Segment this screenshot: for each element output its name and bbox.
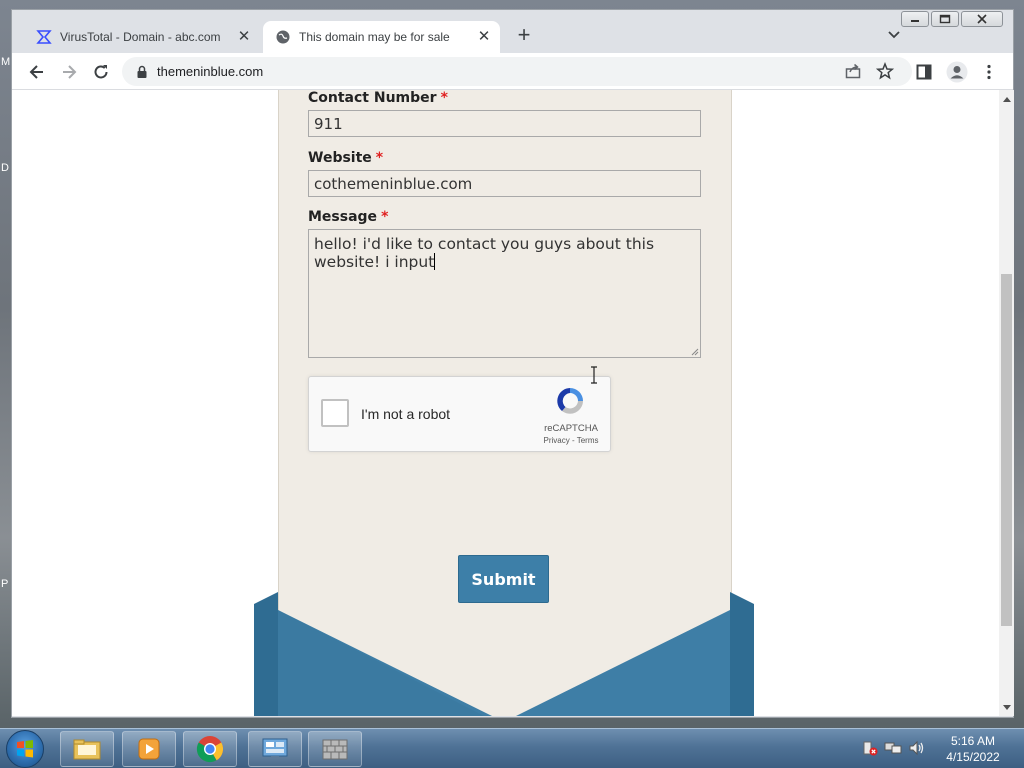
message-textarea[interactable]: hello! i'd like to contact you guys abou… (308, 229, 701, 358)
tab-close-icon[interactable]: ✕ (474, 27, 494, 47)
recaptcha-checkbox[interactable] (321, 399, 349, 427)
back-icon[interactable] (24, 59, 50, 85)
page-scrollbar[interactable] (999, 90, 1014, 716)
desktop-label: D (1, 162, 9, 174)
minimize-button[interactable] (901, 11, 929, 27)
message-text: hello! i'd like to contact you guys abou… (314, 235, 655, 271)
maximize-button[interactable] (931, 11, 959, 27)
forward-icon[interactable] (56, 59, 82, 85)
system-clock[interactable]: 5:16 AM 4/15/2022 (938, 733, 1008, 765)
browser-toolbar: themeninblue.com (12, 53, 1013, 90)
globe-icon (275, 29, 291, 45)
page-viewport: Contact Number * 911 Website * cothemeninb… (12, 90, 999, 716)
wall-icon (322, 739, 348, 760)
chrome-icon (196, 736, 224, 763)
scrollbar-thumb[interactable] (1001, 274, 1012, 626)
address-bar[interactable]: themeninblue.com (122, 57, 912, 86)
windows-logo-icon (17, 740, 33, 758)
share-icon[interactable] (844, 62, 862, 85)
tab-domain-for-sale[interactable]: This domain may be for sale ✕ (263, 21, 500, 53)
text-caret (434, 253, 436, 270)
recaptcha-widget: I'm not a robot reCAPTCHA Privacy - Term… (308, 376, 611, 452)
scroll-down-icon[interactable] (1003, 705, 1011, 711)
side-panel-icon[interactable] (911, 59, 937, 85)
star-icon[interactable] (875, 61, 895, 85)
close-window-button[interactable] (961, 11, 1003, 27)
tab-virustotal[interactable]: VirusTotal - Domain - abc.com ✕ (24, 21, 260, 53)
text-cursor-icon (591, 366, 597, 384)
recaptcha-logo-icon (557, 388, 583, 414)
taskbar-chrome[interactable] (183, 731, 237, 767)
taskbar-control-panel[interactable] (248, 731, 302, 767)
lock-icon[interactable] (136, 65, 148, 84)
contact-number-label: Contact Number * (308, 90, 448, 106)
envelope-graphic (254, 592, 754, 716)
system-tray (862, 740, 926, 756)
virustotal-icon (36, 29, 52, 45)
resize-grip-icon[interactable] (690, 347, 699, 356)
tab-title: This domain may be for sale (299, 30, 450, 44)
tab-strip: VirusTotal - Domain - abc.com ✕ This dom… (12, 10, 1013, 53)
url-text: themeninblue.com (157, 64, 264, 79)
recaptcha-label: I'm not a robot (361, 406, 451, 422)
control-panel-icon (262, 738, 288, 759)
recaptcha-brand: reCAPTCHA (544, 423, 598, 434)
volume-icon[interactable] (908, 740, 926, 756)
submit-button[interactable]: Submit (458, 555, 549, 603)
start-button[interactable] (6, 730, 44, 768)
message-label: Message * (308, 209, 389, 225)
menu-icon[interactable] (976, 59, 1002, 85)
profile-icon[interactable] (944, 59, 970, 85)
folder-icon (73, 739, 101, 760)
reload-icon[interactable] (88, 59, 114, 85)
contact-number-input[interactable]: 911 (308, 110, 701, 137)
recaptcha-links[interactable]: Privacy - Terms (537, 436, 605, 445)
clock-date: 4/15/2022 (946, 750, 1000, 764)
new-tab-button[interactable]: + (512, 24, 536, 48)
media-player-icon (138, 738, 160, 760)
chevron-down-icon[interactable] (885, 26, 903, 44)
desktop-label: M (1, 56, 11, 68)
tab-close-icon[interactable]: ✕ (234, 27, 254, 47)
scroll-up-icon[interactable] (1003, 96, 1011, 102)
taskbar-app[interactable] (308, 731, 362, 767)
website-label: Website * (308, 150, 384, 166)
tab-title: VirusTotal - Domain - abc.com (60, 30, 221, 44)
browser-window: VirusTotal - Domain - abc.com ✕ This dom… (11, 9, 1014, 718)
network-icon[interactable] (884, 740, 902, 756)
website-input[interactable]: cothemeninblue.com (308, 170, 701, 197)
taskbar-media-player[interactable] (122, 731, 176, 767)
desktop-label: P (1, 578, 9, 590)
clock-time: 5:16 AM (950, 734, 996, 748)
action-center-icon[interactable] (862, 740, 878, 756)
taskbar: 5:16 AM 4/15/2022 (0, 728, 1024, 768)
window-controls (901, 11, 1003, 27)
taskbar-explorer[interactable] (60, 731, 114, 767)
